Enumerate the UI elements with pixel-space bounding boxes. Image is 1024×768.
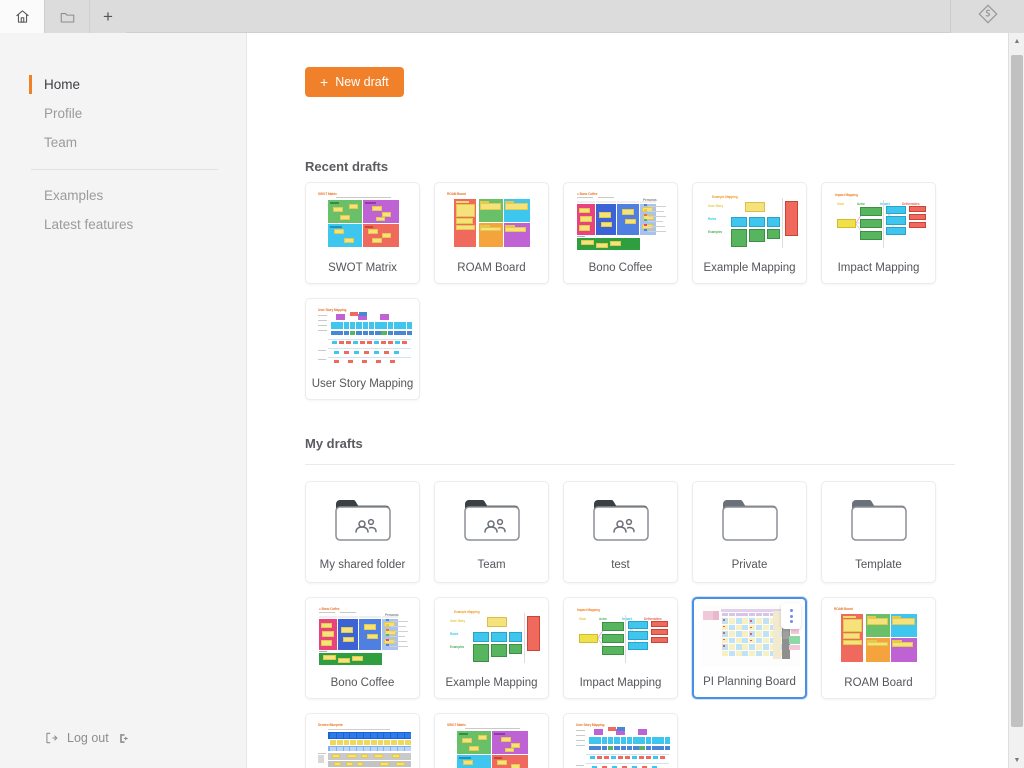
sidebar-item-label: Home	[44, 77, 81, 92]
card-title: Example Mapping	[445, 676, 538, 689]
card-bono-coffee[interactable]: ● Bono Coffee Personas Bono Coffee	[305, 597, 420, 699]
new-tab-button[interactable]: +	[90, 0, 126, 33]
folder-icon	[721, 498, 778, 547]
card-thumbnail: ● Bono Coffee Personas	[572, 190, 671, 252]
card-swot-matrix[interactable]: SWOT MatrixSWOT Matrix	[434, 713, 549, 768]
sidebar-item-label: Team	[44, 135, 78, 150]
tab-folder[interactable]	[45, 0, 90, 33]
card-private[interactable]: Private	[692, 481, 807, 583]
folders-grid: My shared folder Team test Private Templ…	[305, 481, 1005, 583]
card-title: Bono Coffee	[330, 676, 395, 689]
sidebar: Home Profile Team Examples Latest featur…	[0, 33, 247, 768]
card-test[interactable]: test	[563, 481, 678, 583]
new-draft-label: New draft	[335, 75, 389, 89]
card-title: ROAM Board	[844, 676, 913, 689]
card-title: Impact Mapping	[837, 261, 920, 274]
sidebar-item-profile[interactable]: Profile	[0, 99, 247, 128]
sidebar-item-examples[interactable]: Examples	[0, 181, 247, 210]
card-swot-matrix[interactable]: SWOT Matrix SWOT Matrix	[305, 182, 420, 284]
card-thumbnail: Impact Mapping Goal Actor Impact Deliverable…	[572, 605, 671, 667]
card-more-options-button[interactable]	[781, 603, 801, 629]
folder-icon	[60, 10, 75, 24]
card-title: My shared folder	[319, 558, 406, 571]
card-title: PI Planning Board	[703, 675, 796, 688]
logout-icon-filled	[118, 732, 131, 745]
recent-drafts-grid: SWOT Matrix SWOT Matrix ROAM Board ROAM Boa…	[305, 182, 1005, 400]
my-drafts-divider	[305, 464, 955, 465]
recent-drafts-heading: Recent drafts	[305, 159, 389, 174]
card-title: Team	[477, 558, 506, 571]
shared-folder-icon	[334, 498, 391, 547]
sidebar-item-latest-features[interactable]: Latest features	[0, 210, 247, 239]
shared-folder-icon	[592, 498, 649, 547]
diagram-diamond-logo-icon	[977, 3, 999, 30]
card-title: Impact Mapping	[579, 676, 662, 689]
sidebar-divider	[31, 169, 218, 170]
card-thumbnail: ROAM Board	[830, 605, 929, 667]
card-title: ROAM Board	[457, 261, 526, 274]
browser-tab-bar: +	[0, 0, 1024, 33]
sidebar-item-label: Profile	[44, 106, 83, 121]
card-thumbnail: Impact Mapping Goal Actor Impact Deliverable…	[830, 190, 929, 252]
card-roam-board[interactable]: ROAM Board ROAM Board	[821, 597, 936, 699]
tab-home[interactable]	[0, 0, 45, 33]
logout-icon	[44, 731, 58, 745]
card-impact-mapping[interactable]: Impact Mapping Goal Actor Impact Deliverable…	[821, 182, 936, 284]
sidebar-item-label: Latest features	[44, 217, 134, 232]
app-logo-container[interactable]	[950, 0, 1024, 33]
card-pi-planning-board[interactable]: PI Planning Board	[692, 597, 807, 699]
card-user-story-mapping[interactable]: User Story MappingUser Story Mapping	[563, 713, 678, 768]
scroll-up-arrow-icon[interactable]: ▲	[1009, 33, 1024, 49]
card-roam-board[interactable]: ROAM Board ROAM Board	[434, 182, 549, 284]
card-user-story-mapping[interactable]: User Story Mapping User Story Mapping	[305, 298, 420, 400]
card-title: Template	[855, 558, 902, 571]
plus-icon: +	[320, 74, 329, 90]
card-title: Example Mapping	[703, 261, 796, 274]
card-title: Private	[731, 558, 768, 571]
card-title: SWOT Matrix	[328, 261, 397, 274]
card-title: User Story Mapping	[311, 377, 414, 390]
main-content: + New draft Recent drafts SWOT Matrix SWO…	[248, 33, 1008, 768]
card-impact-mapping[interactable]: Impact Mapping Goal Actor Impact Deliverable…	[563, 597, 678, 699]
my-drafts-grid-row2: Service BlueprintService Blueprint SWOT M…	[305, 713, 1005, 768]
sidebar-nav: Home Profile Team Examples Latest featur…	[0, 70, 247, 239]
card-title: test	[611, 558, 630, 571]
page-scrollbar[interactable]: ▲ ▼	[1008, 33, 1024, 768]
logout-button[interactable]: Log out	[44, 731, 131, 745]
shared-folder-icon	[463, 498, 520, 547]
card-bono-coffee[interactable]: ● Bono Coffee Personas Bono Coffee	[563, 182, 678, 284]
folder-icon	[850, 498, 907, 547]
sidebar-item-home[interactable]: Home	[0, 70, 247, 99]
card-thumbnail: ● Bono Coffee Personas	[314, 605, 413, 667]
card-example-mapping[interactable]: Example Mapping User Story Rules Examples Ex…	[434, 597, 549, 699]
scroll-down-arrow-icon[interactable]: ▼	[1009, 752, 1024, 768]
card-thumbnail: User Story Mapping	[572, 721, 671, 768]
card-thumbnail: ROAM Board	[443, 190, 542, 252]
card-thumbnail: Example Mapping User Story Rules Examples	[701, 190, 800, 252]
card-thumbnail: Example Mapping User Story Rules Examples	[443, 605, 542, 667]
card-my-shared-folder[interactable]: My shared folder	[305, 481, 420, 583]
card-thumbnail: SWOT Matrix	[443, 721, 542, 768]
my-drafts-heading: My drafts	[305, 436, 363, 451]
card-service-blueprint[interactable]: Service BlueprintService Blueprint	[305, 713, 420, 768]
tab-bar-spacer	[126, 0, 950, 32]
card-team[interactable]: Team	[434, 481, 549, 583]
my-drafts-grid-row1: ● Bono Coffee Personas Bono Coffee Example …	[305, 597, 1005, 699]
sidebar-item-label: Examples	[44, 188, 104, 203]
card-thumbnail: User Story Mapping	[314, 306, 413, 368]
sidebar-item-team[interactable]: Team	[0, 128, 247, 157]
new-draft-button[interactable]: + New draft	[305, 67, 404, 97]
card-thumbnail: SWOT Matrix	[314, 190, 413, 252]
scrollbar-thumb[interactable]	[1011, 55, 1023, 727]
card-thumbnail: Service Blueprint	[314, 721, 413, 768]
card-title: Bono Coffee	[588, 261, 653, 274]
card-template[interactable]: Template	[821, 481, 936, 583]
logout-label: Log out	[67, 731, 109, 745]
home-icon	[15, 9, 30, 24]
card-example-mapping[interactable]: Example Mapping User Story Rules Examples Ex…	[692, 182, 807, 284]
